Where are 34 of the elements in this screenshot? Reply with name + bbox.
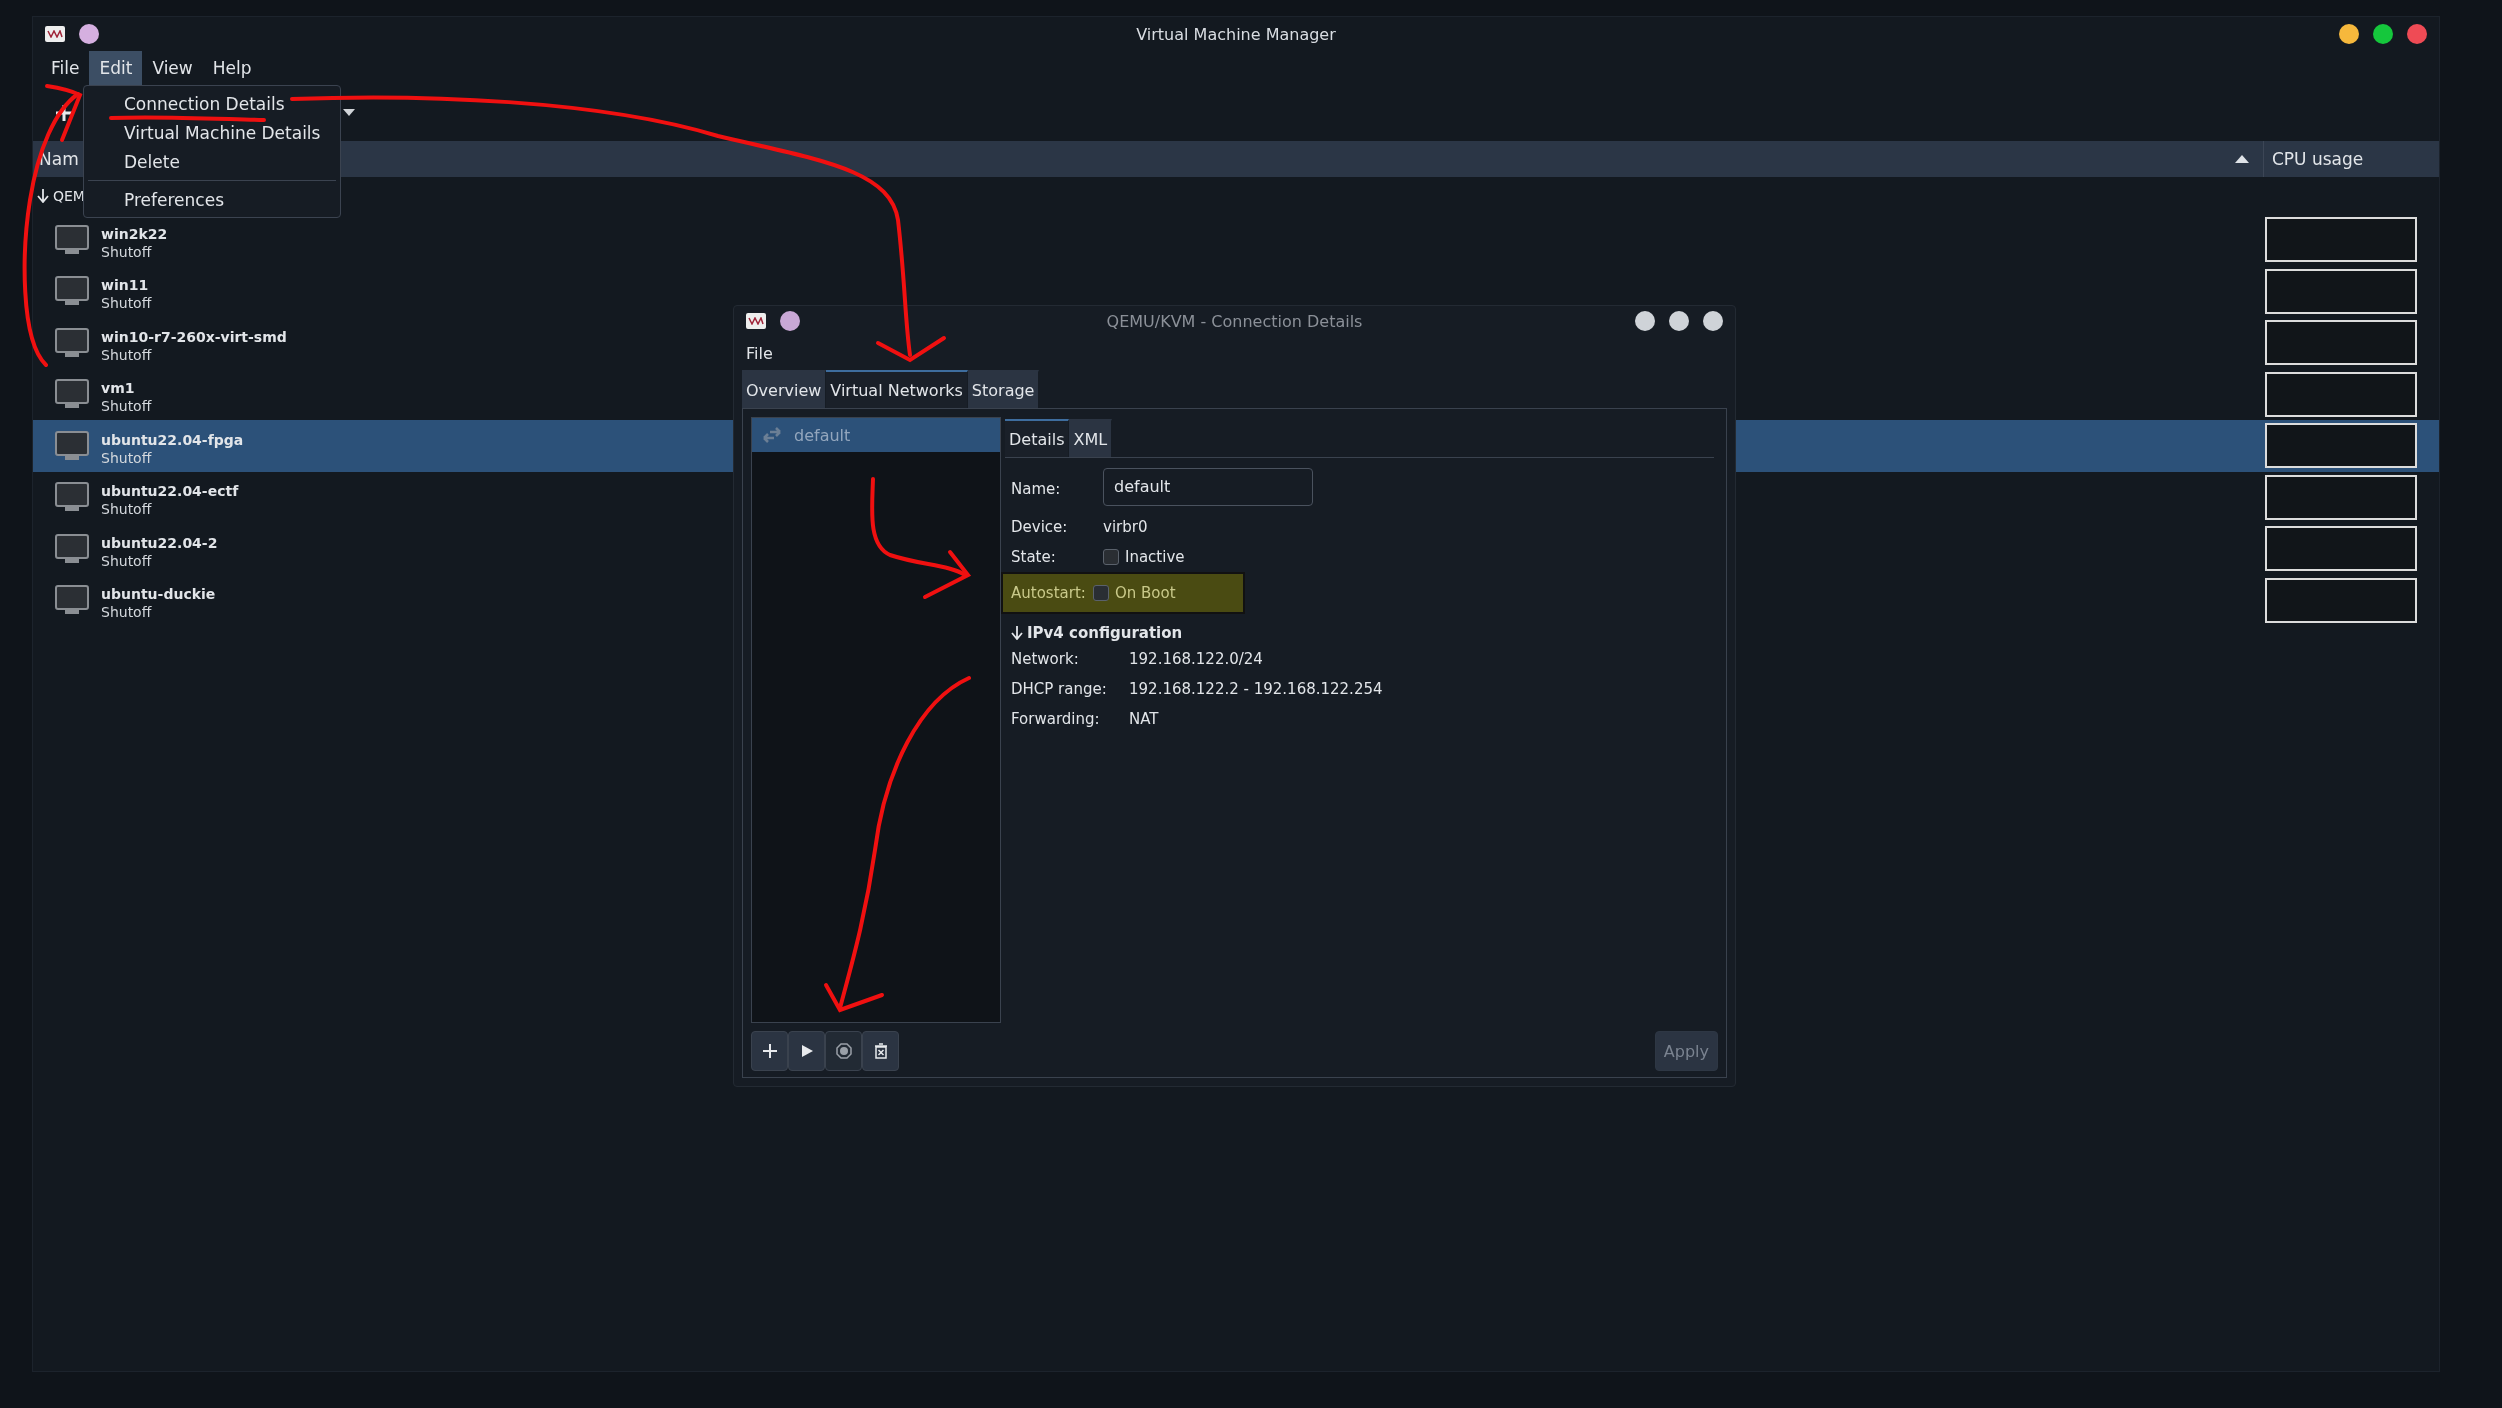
group-label: QEM	[53, 187, 85, 204]
field-label: DHCP range:	[1011, 680, 1108, 698]
vm-status: Shutoff	[101, 346, 152, 363]
vm-name: ubuntu22.04-fpga	[101, 431, 244, 448]
field-label: State:	[1011, 547, 1057, 567]
field-label: Device:	[1011, 517, 1069, 537]
network-name: default	[794, 425, 851, 445]
field-label: Autostart:	[1011, 583, 1087, 603]
vm-status: Shutoff	[101, 295, 152, 312]
vm-status: Shutoff	[101, 501, 152, 518]
vm-name: win2k22	[101, 225, 168, 242]
vm-name: vm1	[101, 380, 135, 397]
field-value: 192.168.122.2 - 192.168.122.254	[1129, 680, 1383, 698]
field-label: Forwarding:	[1011, 710, 1101, 728]
vm-name: ubuntu22.04-2	[101, 534, 218, 551]
field-label: Name:	[1011, 479, 1062, 499]
vm-name: ubuntu-duckie	[101, 586, 216, 603]
vm-status: Shutoff	[101, 243, 152, 260]
checkbox-label: On Boot	[1115, 583, 1176, 603]
field-value: NAT	[1129, 710, 1159, 728]
field-value: 192.168.122.0/24	[1129, 650, 1263, 668]
window-title: Virtual Machine Manager	[1136, 24, 1336, 44]
field-label: Network:	[1011, 650, 1080, 668]
vm-name: win10-r7-260x-virt-smd	[101, 328, 287, 345]
section-title: IPv4 configuration	[1027, 624, 1183, 642]
window-title: QEMU/KVM - Connection Details	[1106, 311, 1363, 331]
vm-name: win11	[101, 277, 149, 294]
field-value: virbr0	[1103, 518, 1148, 536]
vm-status: Shutoff	[101, 604, 152, 621]
vm-status: Shutoff	[101, 552, 152, 569]
vm-status: Shutoff	[101, 398, 152, 415]
vm-name: ubuntu22.04-ectf	[101, 483, 239, 500]
vm-status: Shutoff	[101, 449, 152, 466]
checkbox-label: Inactive	[1125, 547, 1185, 567]
